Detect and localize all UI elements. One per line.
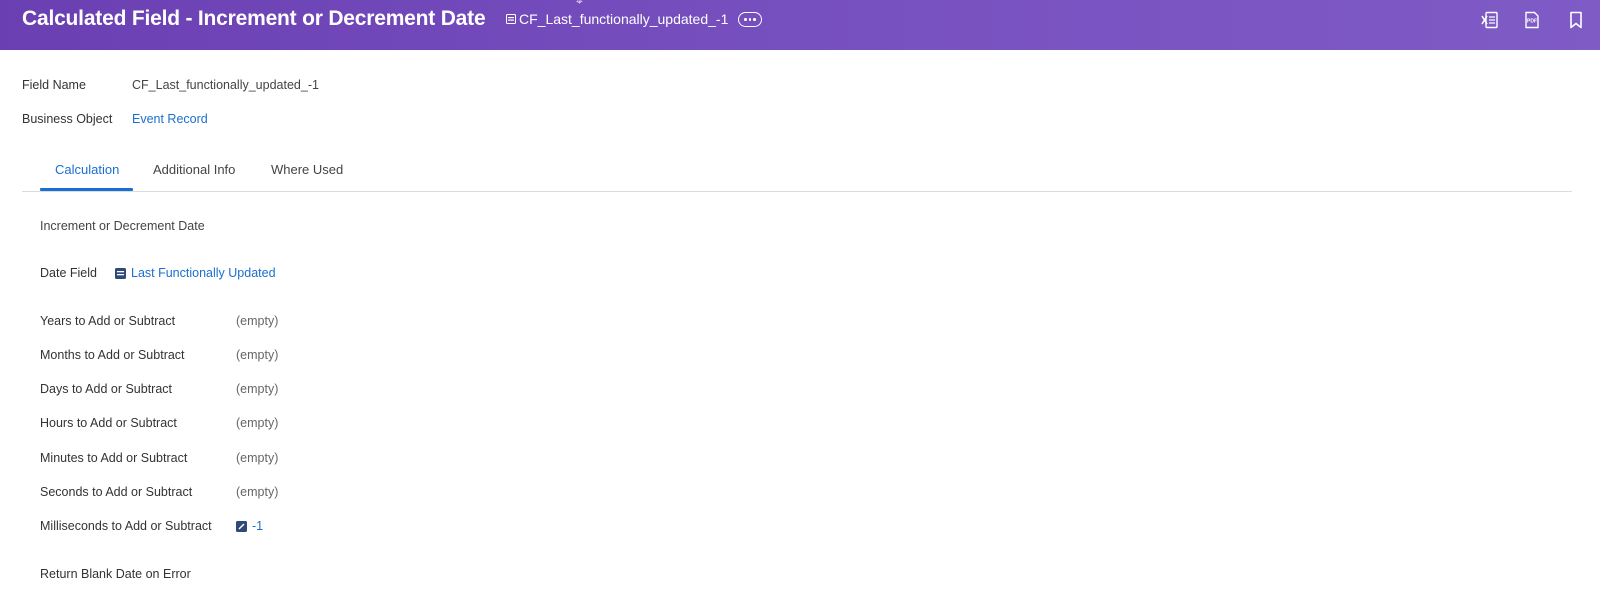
milliseconds-value-link[interactable]: -1 — [252, 519, 263, 533]
pdf-export-icon[interactable]: PDF — [1522, 10, 1542, 30]
minutes-label: Minutes to Add or Subtract — [40, 451, 188, 465]
days-label: Days to Add or Subtract — [40, 382, 173, 396]
return-blank-label: Return Blank Date on Error — [40, 567, 191, 581]
mouse-cursor-icon: ⌖ — [576, 0, 583, 8]
calculation-section-title: Increment or Decrement Date — [40, 219, 205, 233]
tab-additional-info[interactable]: Additional Info — [153, 162, 235, 177]
milliseconds-row: Milliseconds to Add or Subtract -1 — [40, 519, 263, 533]
active-tab-indicator — [40, 188, 133, 191]
date-field-icon — [115, 267, 126, 279]
page-title: Calculated Field - Increment or Decremen… — [22, 7, 486, 30]
days-value: (empty) — [236, 382, 279, 396]
business-object-link[interactable]: Event Record — [132, 112, 208, 126]
tab-where-used[interactable]: Where Used — [271, 162, 343, 177]
bookmark-icon[interactable] — [1566, 10, 1586, 30]
minutes-value: (empty) — [236, 451, 279, 465]
numeric-value-icon — [236, 520, 247, 532]
field-name-value: CF_Last_functionally_updated_-1 — [132, 78, 319, 92]
field-name-row: Field Name CF_Last_functionally_updated_… — [22, 78, 319, 92]
field-name-label: Field Name — [22, 78, 86, 92]
date-field-link[interactable]: Last Functionally Updated — [131, 266, 276, 280]
milliseconds-label: Milliseconds to Add or Subtract — [40, 519, 212, 533]
hours-row: Hours to Add or Subtract (empty) — [40, 416, 278, 430]
seconds-label: Seconds to Add or Subtract — [40, 485, 193, 499]
hours-value: (empty) — [236, 416, 279, 430]
instance-link[interactable]: CF_Last_functionally_updated_-1 — [506, 11, 728, 27]
months-label: Months to Add or Subtract — [40, 348, 185, 362]
excel-export-icon[interactable] — [1480, 10, 1500, 30]
tab-calculation[interactable]: Calculation — [55, 162, 119, 177]
months-row: Months to Add or Subtract (empty) — [40, 348, 278, 362]
business-object-row: Business Object Event Record — [22, 112, 208, 126]
seconds-value: (empty) — [236, 485, 279, 499]
tab-bar: Calculation Additional Info Where Used — [22, 150, 1572, 192]
date-field-row: Date Field Last Functionally Updated — [40, 266, 276, 280]
years-label: Years to Add or Subtract — [40, 314, 176, 328]
return-blank-row: Return Blank Date on Error — [40, 567, 191, 581]
years-row: Years to Add or Subtract (empty) — [40, 314, 278, 328]
seconds-row: Seconds to Add or Subtract (empty) — [40, 485, 278, 499]
years-value: (empty) — [236, 314, 279, 328]
hours-label: Hours to Add or Subtract — [40, 416, 177, 430]
more-icon[interactable] — [738, 12, 762, 27]
minutes-row: Minutes to Add or Subtract (empty) — [40, 451, 278, 465]
svg-text:PDF: PDF — [1527, 19, 1537, 25]
page-header: Calculated Field - Increment or Decremen… — [0, 0, 1600, 50]
date-field-label: Date Field — [40, 266, 97, 280]
days-row: Days to Add or Subtract (empty) — [40, 382, 278, 396]
business-object-label: Business Object — [22, 112, 113, 126]
instance-name[interactable]: CF_Last_functionally_updated_-1 — [519, 11, 728, 27]
months-value: (empty) — [236, 348, 279, 362]
instance-icon — [506, 14, 516, 24]
